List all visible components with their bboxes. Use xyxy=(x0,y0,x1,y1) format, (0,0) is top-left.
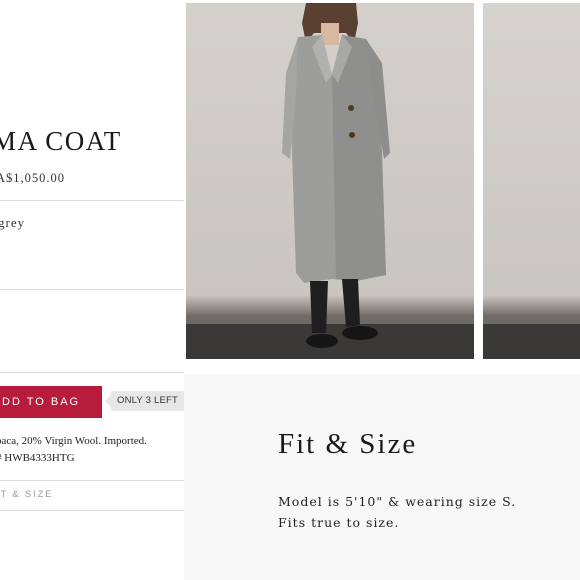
alternate-view-background xyxy=(483,315,580,359)
product-title: MA COAT xyxy=(0,126,122,156)
style-number: # HWB4333HTG xyxy=(0,452,75,464)
divider xyxy=(0,200,184,201)
divider xyxy=(0,372,184,373)
model-illustration xyxy=(186,3,474,359)
divider xyxy=(0,289,184,290)
product-description: paca, 20% Virgin Wool. Imported. # HWB43… xyxy=(0,433,184,467)
product-info-panel: MA COAT A$1,050.00 grey DD TO BAG paca, … xyxy=(0,0,184,580)
add-to-bag-button[interactable]: DD TO BAG xyxy=(0,386,102,418)
product-image-main[interactable] xyxy=(186,3,474,359)
color-selector-value[interactable]: grey xyxy=(0,215,25,231)
model-size-text: Model is 5'10" & wearing size S. xyxy=(278,494,517,509)
fit-size-section: Fit & Size Model is 5'10" & wearing size… xyxy=(184,374,580,580)
fit-note-text: Fits true to size. xyxy=(278,515,400,530)
product-image-alternate[interactable] xyxy=(483,3,580,359)
product-price: A$1,050.00 xyxy=(0,171,66,185)
tab-fit-and-size[interactable]: IT & SIZE xyxy=(0,489,53,500)
stock-badge: ONLY 3 LEFT xyxy=(105,391,184,411)
fit-size-heading: Fit & Size xyxy=(278,428,418,460)
divider xyxy=(0,480,184,481)
add-to-bag-label: DD TO BAG xyxy=(2,396,81,408)
divider xyxy=(0,510,184,511)
material-text: paca, 20% Virgin Wool. Imported. xyxy=(0,435,147,447)
